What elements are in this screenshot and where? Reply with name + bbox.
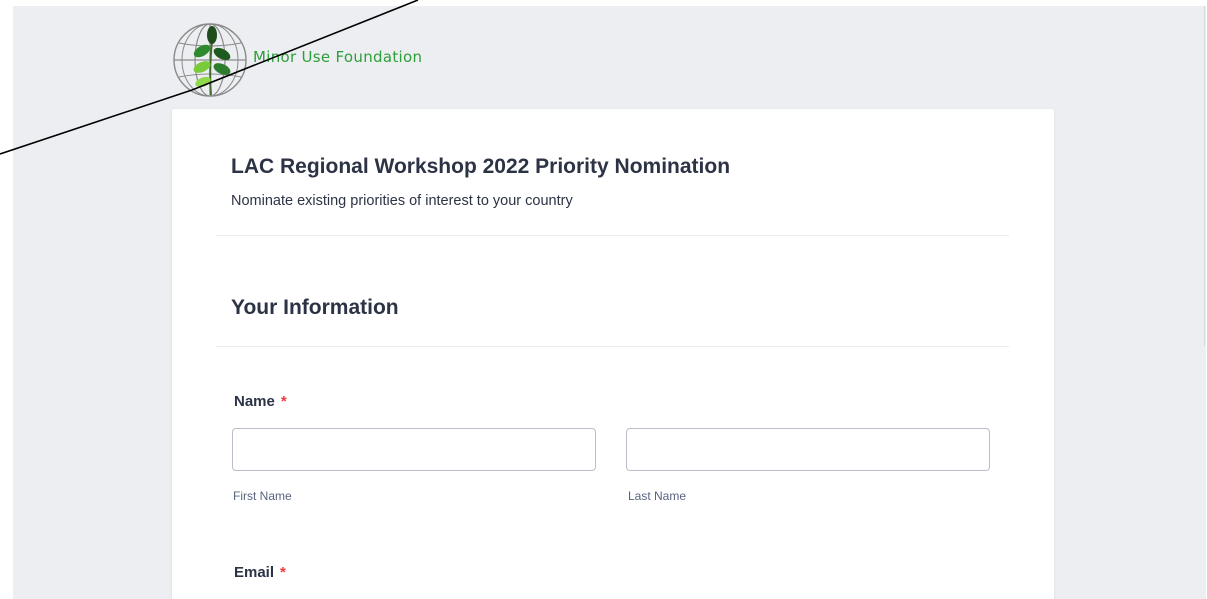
name-label: Name * bbox=[234, 393, 287, 410]
name-label-text: Name bbox=[234, 393, 275, 410]
required-marker: * bbox=[280, 564, 286, 581]
screen: Minor Use Foundation LAC Regional Worksh… bbox=[0, 0, 1207, 599]
header-divider bbox=[216, 235, 1009, 236]
globe-leaf-icon bbox=[173, 23, 247, 97]
email-label-text: Email bbox=[234, 564, 275, 581]
last-name-sublabel: Last Name bbox=[628, 489, 687, 503]
first-name-sublabel: First Name bbox=[233, 489, 292, 503]
form-card: LAC Regional Workshop 2022 Priority Nomi… bbox=[172, 109, 1054, 599]
required-marker: * bbox=[280, 393, 287, 410]
form-title: LAC Regional Workshop 2022 Priority Nomi… bbox=[231, 155, 731, 178]
email-label: Email * bbox=[234, 564, 286, 581]
section-divider bbox=[216, 346, 1009, 347]
section-title: Your Information bbox=[231, 296, 399, 319]
first-name-input[interactable] bbox=[232, 428, 596, 471]
brand-logo: Minor Use Foundation bbox=[171, 20, 422, 100]
brand-name: Minor Use Foundation bbox=[253, 48, 423, 66]
window-edge bbox=[1204, 6, 1205, 346]
last-name-input[interactable] bbox=[626, 428, 990, 471]
form-subtitle: Nominate existing priorities of interest… bbox=[231, 193, 573, 209]
